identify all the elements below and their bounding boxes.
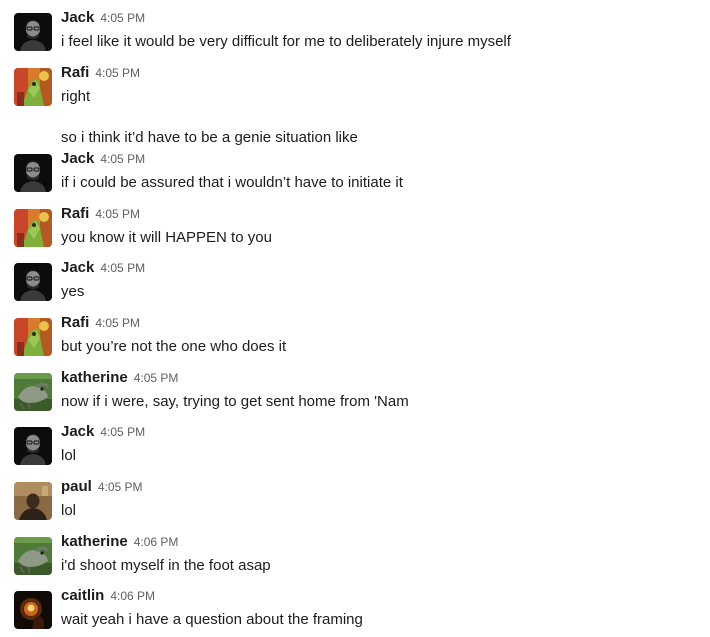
message-text: now if i were, say, trying to get sent h… bbox=[61, 393, 409, 410]
message-item[interactable]: katherine 4:06 PM i'd shoot myself in the … bbox=[0, 524, 710, 580]
jack-avatar[interactable] bbox=[14, 13, 52, 51]
message-header: paul 4:05 PM bbox=[61, 478, 143, 498]
message-list: Jack 4:05 PM i feel like it would be very … bbox=[0, 0, 710, 637]
message-text: i'd shoot myself in the foot asap bbox=[61, 557, 271, 574]
author-name[interactable]: Jack bbox=[61, 259, 94, 276]
message-header: Rafi 4:05 PM bbox=[61, 314, 140, 334]
message-item[interactable]: Jack 4:05 PM lol bbox=[0, 414, 710, 470]
message-item[interactable]: paul 4:05 PM lol bbox=[0, 469, 710, 525]
message-text: wait yeah i have a question about the fr… bbox=[61, 611, 363, 628]
message-item[interactable]: caitlin 4:06 PM wait yeah i have a questio… bbox=[0, 578, 710, 634]
message-item[interactable]: katherine 4:05 PM now if i were, say, tryi… bbox=[0, 360, 710, 416]
message-text: yes bbox=[61, 283, 85, 300]
timestamp[interactable]: 4:05 PM bbox=[95, 316, 140, 330]
author-name[interactable]: Jack bbox=[61, 9, 94, 26]
paul-avatar[interactable] bbox=[14, 482, 52, 520]
message-item[interactable]: Jack 4:05 PM yes bbox=[0, 250, 710, 306]
message-header: katherine 4:05 PM bbox=[61, 369, 178, 389]
message-item[interactable]: Rafi 4:05 PM but you’re not the one who do… bbox=[0, 305, 710, 361]
timestamp[interactable]: 4:06 PM bbox=[134, 535, 179, 549]
timestamp[interactable]: 4:05 PM bbox=[134, 371, 179, 385]
timestamp[interactable]: 4:05 PM bbox=[95, 207, 140, 221]
message-header: Rafi 4:05 PM bbox=[61, 64, 140, 84]
rafi-avatar[interactable] bbox=[14, 318, 52, 356]
message-item[interactable]: Jack 4:05 PM i feel like it would be very … bbox=[0, 0, 710, 56]
message-text: i feel like it would be very difficult f… bbox=[61, 33, 511, 50]
message-header: caitlin 4:06 PM bbox=[61, 587, 155, 607]
author-name[interactable]: Rafi bbox=[61, 314, 89, 331]
message-header: katherine 4:06 PM bbox=[61, 533, 178, 553]
timestamp[interactable]: 4:05 PM bbox=[100, 425, 145, 439]
author-name[interactable]: Jack bbox=[61, 150, 94, 167]
rafi-avatar[interactable] bbox=[14, 209, 52, 247]
author-name[interactable]: katherine bbox=[61, 369, 128, 386]
message-header: Jack 4:05 PM bbox=[61, 423, 145, 443]
message-text: but you’re not the one who does it bbox=[61, 338, 287, 355]
message-item[interactable]: Rafi 4:05 PM you know it will HAPPEN to yo… bbox=[0, 196, 710, 252]
message-text: lol bbox=[61, 447, 77, 464]
message-header: Jack 4:05 PM bbox=[61, 9, 145, 29]
timestamp[interactable]: 4:05 PM bbox=[98, 480, 143, 494]
author-name[interactable]: Jack bbox=[61, 423, 94, 440]
author-name[interactable]: Rafi bbox=[61, 205, 89, 222]
timestamp[interactable]: 4:05 PM bbox=[100, 261, 145, 275]
timestamp[interactable]: 4:05 PM bbox=[95, 66, 140, 80]
message-item[interactable]: Jack 4:05 PM if i could be assured that i … bbox=[0, 141, 710, 197]
caitlin-avatar[interactable] bbox=[14, 591, 52, 629]
jack-avatar[interactable] bbox=[14, 154, 52, 192]
message-text: right bbox=[61, 88, 91, 105]
jack-avatar[interactable] bbox=[14, 263, 52, 301]
message-header: Jack 4:05 PM bbox=[61, 259, 145, 279]
message-text: if i could be assured that i wouldn’t ha… bbox=[61, 174, 403, 191]
jack-avatar[interactable] bbox=[14, 427, 52, 465]
timestamp[interactable]: 4:05 PM bbox=[100, 11, 145, 25]
katherine-avatar[interactable] bbox=[14, 373, 52, 411]
author-name[interactable]: katherine bbox=[61, 533, 128, 550]
author-name[interactable]: Rafi bbox=[61, 64, 89, 81]
timestamp[interactable]: 4:06 PM bbox=[110, 589, 155, 603]
message-header: Jack 4:05 PM bbox=[61, 150, 145, 170]
author-name[interactable]: paul bbox=[61, 478, 92, 495]
author-name[interactable]: caitlin bbox=[61, 587, 104, 604]
katherine-avatar[interactable] bbox=[14, 537, 52, 575]
message-text: you know it will HAPPEN to you bbox=[61, 229, 272, 246]
timestamp[interactable]: 4:05 PM bbox=[100, 152, 145, 166]
message-header: Rafi 4:05 PM bbox=[61, 205, 140, 225]
rafi-avatar[interactable] bbox=[14, 68, 52, 106]
message-text: lol bbox=[61, 502, 77, 519]
